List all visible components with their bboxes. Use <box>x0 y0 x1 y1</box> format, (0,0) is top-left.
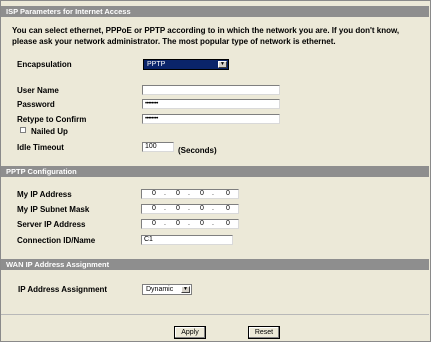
username-input[interactable] <box>142 85 280 95</box>
ip-octet: 0 <box>152 205 156 212</box>
ip-dot: . <box>164 205 166 212</box>
idle-timeout-unit: (Seconds) <box>178 146 217 155</box>
encapsulation-select[interactable]: PPTP ▼ <box>143 59 229 70</box>
isp-description: You can select ethernet, PPPoE or PPTP a… <box>12 25 428 47</box>
ip-octet: 0 <box>176 205 180 212</box>
subnet-mask-label: My IP Subnet Mask <box>17 205 90 214</box>
my-ip-input[interactable]: 0 . 0 . 0 . 0 <box>141 189 239 199</box>
idle-timeout-input[interactable]: 100 <box>142 142 174 152</box>
encapsulation-label: Encapsulation <box>17 60 72 69</box>
ip-octet: 0 <box>176 190 180 197</box>
reset-button[interactable]: Reset <box>248 326 280 339</box>
apply-button[interactable]: Apply <box>174 326 206 339</box>
isp-section-header: ISP Parameters for Internet Access <box>1 6 429 17</box>
ip-octet: 0 <box>226 205 230 212</box>
chevron-down-icon[interactable]: ▼ <box>218 61 227 68</box>
divider <box>1 314 429 315</box>
ip-octet: 0 <box>200 190 204 197</box>
ip-dot: . <box>212 190 214 197</box>
ip-octet: 0 <box>152 220 156 227</box>
ip-assignment-select[interactable]: Dynamic ▼ <box>142 284 192 295</box>
ip-dot: . <box>212 205 214 212</box>
nailed-up-checkbox[interactable] <box>20 127 26 133</box>
wan-section-header: WAN IP Address Assignment <box>1 259 429 270</box>
chevron-down-icon[interactable]: ▼ <box>181 286 190 293</box>
server-ip-input[interactable]: 0 . 0 . 0 . 0 <box>141 219 239 229</box>
ip-octet: 0 <box>226 190 230 197</box>
pptp-section-header: PPTP Configuration <box>1 166 429 177</box>
retype-password-input[interactable]: •••••••• <box>142 114 280 124</box>
ip-dot: . <box>212 220 214 227</box>
ip-assignment-label: IP Address Assignment <box>18 285 108 294</box>
ip-assignment-value: Dynamic <box>146 286 174 293</box>
subnet-mask-input[interactable]: 0 . 0 . 0 . 0 <box>141 204 239 214</box>
ip-octet: 0 <box>152 190 156 197</box>
retype-label: Retype to Confirm <box>17 115 87 124</box>
ip-octet: 0 <box>200 220 204 227</box>
ip-dot: . <box>164 220 166 227</box>
password-label: Password <box>17 100 55 109</box>
connection-id-input[interactable]: C1 <box>141 235 233 245</box>
my-ip-label: My IP Address <box>17 190 72 199</box>
description-line-2: please ask your network administrator. T… <box>12 37 336 46</box>
ip-dot: . <box>188 190 190 197</box>
idle-timeout-label: Idle Timeout <box>17 143 64 152</box>
ip-dot: . <box>164 190 166 197</box>
encapsulation-value: PPTP <box>147 61 166 68</box>
password-input[interactable]: •••••••• <box>142 99 280 109</box>
username-label: User Name <box>17 86 59 95</box>
ip-octet: 0 <box>200 205 204 212</box>
connection-id-label: Connection ID/Name <box>17 236 96 245</box>
ip-octet: 0 <box>176 220 180 227</box>
nailed-up-label: Nailed Up <box>31 127 68 136</box>
description-line-1: You can select ethernet, PPPoE or PPTP a… <box>12 26 400 35</box>
server-ip-label: Server IP Address <box>17 220 86 229</box>
ip-octet: 0 <box>226 220 230 227</box>
ip-dot: . <box>188 205 190 212</box>
ip-dot: . <box>188 220 190 227</box>
